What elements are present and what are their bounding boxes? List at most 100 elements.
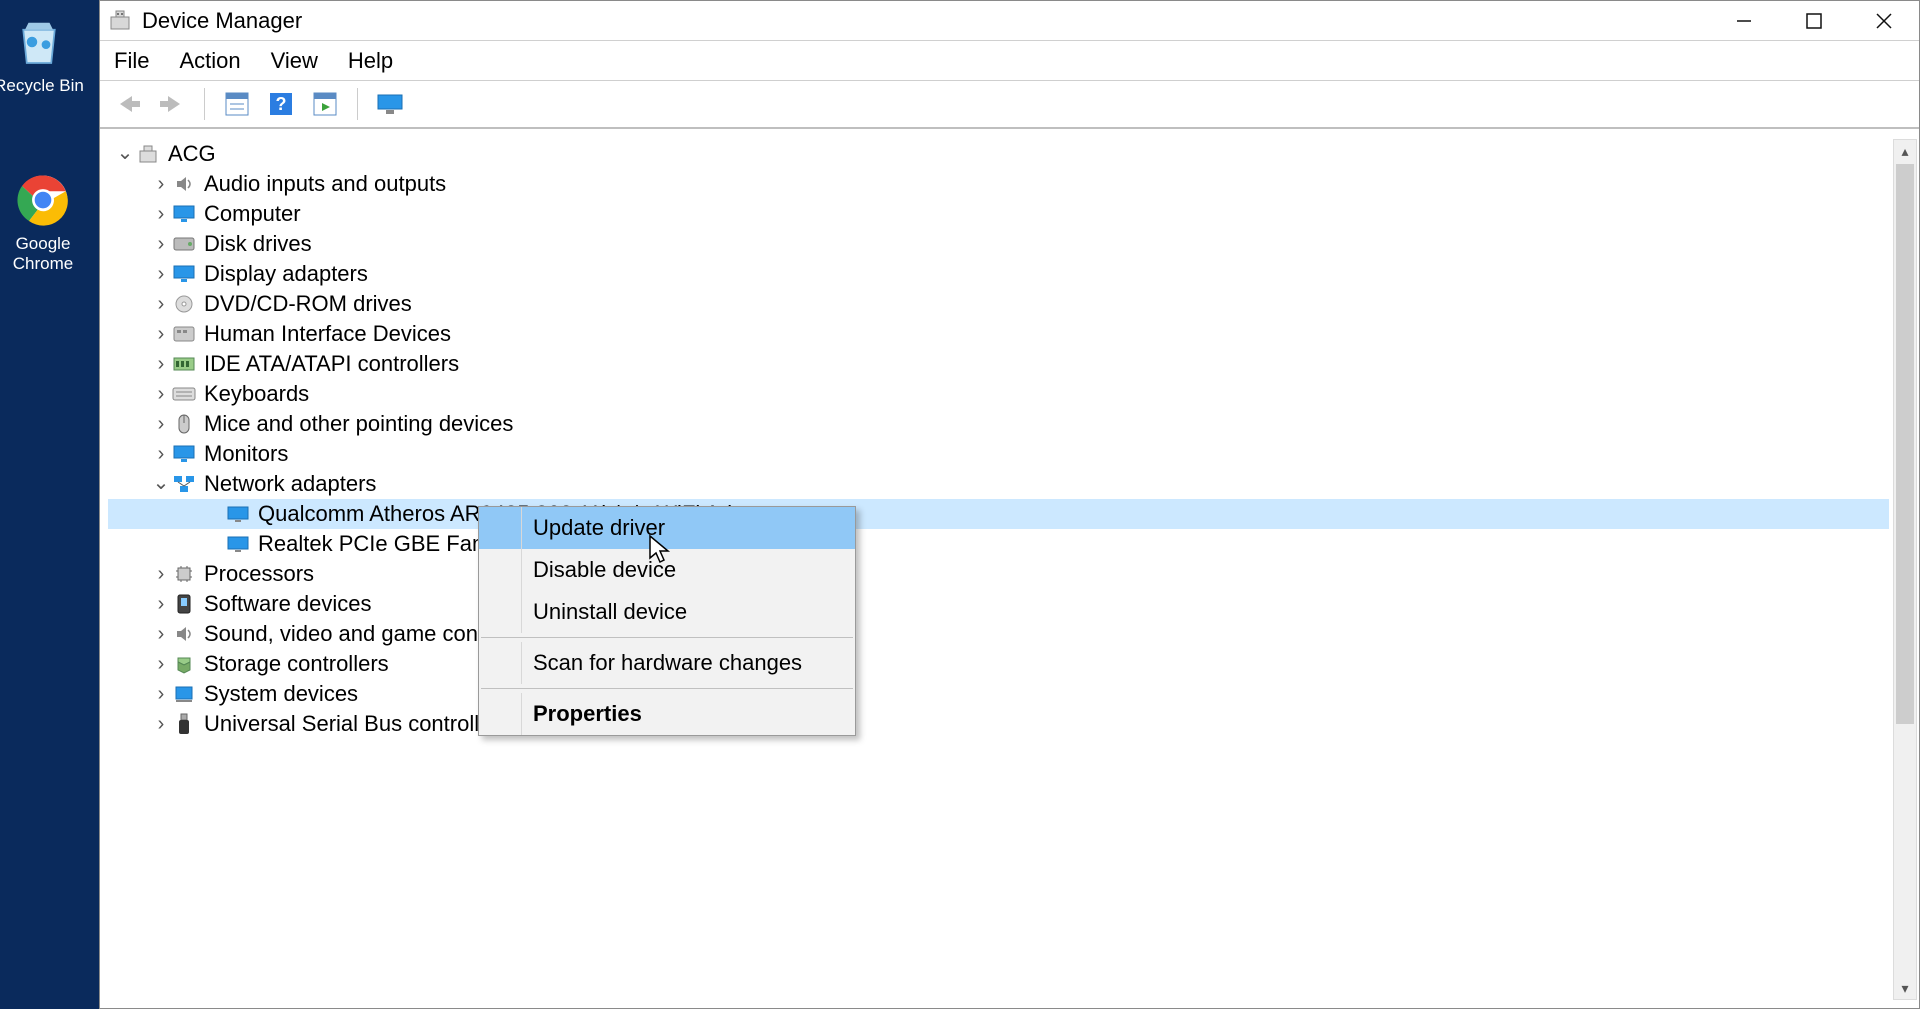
toolbar-forward-button[interactable]: [154, 86, 190, 122]
usb-icon: [172, 712, 196, 736]
tree-category[interactable]: Network adapters: [108, 469, 1889, 499]
context-menu-separator: [481, 688, 853, 689]
context-menu-separator: [481, 637, 853, 638]
toolbar-scan-button[interactable]: [307, 86, 343, 122]
tree-category[interactable]: Mice and other pointing devices: [108, 409, 1889, 439]
context-menu-label: Disable device: [533, 557, 676, 582]
scroll-thumb[interactable]: [1896, 164, 1914, 724]
tree-category[interactable]: Computer: [108, 199, 1889, 229]
maximize-icon: [1805, 12, 1823, 30]
tree-category-label: Universal Serial Bus controllers: [204, 711, 510, 737]
toolbar-properties-button[interactable]: [219, 86, 255, 122]
window-title: Device Manager: [142, 8, 302, 34]
caret-icon[interactable]: [150, 653, 172, 676]
tree-device[interactable]: Qualcomm Atheros AR9485 802.11b/g/n WiFi…: [108, 499, 1889, 529]
caret-icon[interactable]: [114, 142, 136, 167]
caret-icon[interactable]: [150, 383, 172, 406]
toolbar-back-button[interactable]: [110, 86, 146, 122]
monitor-icon: [376, 93, 404, 115]
netdev-icon: [226, 532, 250, 556]
caret-icon[interactable]: [150, 323, 172, 346]
minimize-button[interactable]: [1709, 1, 1779, 40]
tree-category[interactable]: Disk drives: [108, 229, 1889, 259]
scroll-up-button[interactable]: ▴: [1894, 140, 1916, 162]
tree-category[interactable]: System devices: [108, 679, 1889, 709]
arrow-right-icon: [158, 94, 186, 114]
tree-category[interactable]: Storage controllers: [108, 649, 1889, 679]
tree-category[interactable]: Processors: [108, 559, 1889, 589]
context-menu-item[interactable]: Scan for hardware changes: [479, 642, 855, 684]
caret-icon[interactable]: [150, 713, 172, 736]
tree-root[interactable]: ACG: [108, 139, 1889, 169]
menu-help[interactable]: Help: [348, 48, 393, 74]
disk-icon: [172, 232, 196, 256]
tree-category-label: Mice and other pointing devices: [204, 411, 513, 437]
desktop-icon-recycle-bin[interactable]: Recycle Bin: [0, 14, 84, 96]
caret-icon[interactable]: [150, 293, 172, 316]
tree-category-label: Software devices: [204, 591, 372, 617]
monitor-icon: [172, 262, 196, 286]
caret-icon[interactable]: [150, 203, 172, 226]
tree-category-label: Display adapters: [204, 261, 368, 287]
caret-icon[interactable]: [150, 563, 172, 586]
context-menu-gutter: [521, 642, 522, 684]
context-menu-item[interactable]: Update driver: [479, 507, 855, 549]
tree-category-label: Computer: [204, 201, 301, 227]
tree-category[interactable]: Display adapters: [108, 259, 1889, 289]
tree-category-label: System devices: [204, 681, 358, 707]
scroll-down-button[interactable]: ▾: [1894, 977, 1916, 999]
context-menu-item[interactable]: Uninstall device: [479, 591, 855, 633]
menu-action[interactable]: Action: [179, 48, 240, 74]
tree-category[interactable]: Audio inputs and outputs: [108, 169, 1889, 199]
tree-category[interactable]: Human Interface Devices: [108, 319, 1889, 349]
titlebar[interactable]: Device Manager: [100, 1, 1919, 41]
tree-category[interactable]: Sound, video and game controllers: [108, 619, 1889, 649]
vertical-scrollbar[interactable]: ▴ ▾: [1893, 139, 1917, 1000]
tree-category-label: Monitors: [204, 441, 288, 467]
caret-icon[interactable]: [150, 683, 172, 706]
storage-icon: [172, 652, 196, 676]
caret-icon[interactable]: [150, 413, 172, 436]
caret-icon[interactable]: [150, 443, 172, 466]
tree-category[interactable]: IDE ATA/ATAPI controllers: [108, 349, 1889, 379]
svg-text:?: ?: [276, 94, 287, 114]
toolbar-monitor-button[interactable]: [372, 86, 408, 122]
toolbar-help-button[interactable]: ?: [263, 86, 299, 122]
caret-icon[interactable]: [150, 472, 172, 497]
context-menu-item[interactable]: Properties: [479, 693, 855, 735]
tree-category[interactable]: Universal Serial Bus controllers: [108, 709, 1889, 739]
tree-category[interactable]: Keyboards: [108, 379, 1889, 409]
close-button[interactable]: [1849, 1, 1919, 40]
tree-category[interactable]: DVD/CD-ROM drives: [108, 289, 1889, 319]
caret-icon[interactable]: [150, 263, 172, 286]
context-menu-item[interactable]: Disable device: [479, 549, 855, 591]
caret-icon[interactable]: [150, 173, 172, 196]
ide-icon: [172, 352, 196, 376]
tree-category[interactable]: Software devices: [108, 589, 1889, 619]
arrow-left-icon: [114, 94, 142, 114]
disc-icon: [172, 292, 196, 316]
tree-category-label: DVD/CD-ROM drives: [204, 291, 412, 317]
menu-view[interactable]: View: [271, 48, 318, 74]
caret-icon[interactable]: [150, 353, 172, 376]
tree-category-label: IDE ATA/ATAPI controllers: [204, 351, 459, 377]
device-tree[interactable]: ACGAudio inputs and outputs ComputerDisk …: [108, 139, 1889, 1000]
maximize-button[interactable]: [1779, 1, 1849, 40]
client-area: ACGAudio inputs and outputs ComputerDisk …: [100, 131, 1919, 1008]
chrome-icon: [15, 172, 71, 228]
caret-icon[interactable]: [150, 593, 172, 616]
caret-icon[interactable]: [150, 233, 172, 256]
tree-category[interactable]: Monitors: [108, 439, 1889, 469]
app-icon: [108, 9, 132, 33]
tree-device[interactable]: Realtek PCIe GBE Family Controller: [108, 529, 1889, 559]
desktop-icon-label: Google Chrome: [0, 234, 88, 274]
tree-category-label: Human Interface Devices: [204, 321, 451, 347]
menu-file[interactable]: File: [114, 48, 149, 74]
context-menu-gutter: [521, 507, 522, 549]
desktop-icon-chrome[interactable]: Google Chrome: [0, 172, 88, 274]
caret-icon[interactable]: [150, 623, 172, 646]
context-menu-label: Uninstall device: [533, 599, 687, 624]
tree-category-label: Audio inputs and outputs: [204, 171, 446, 197]
toolbar-separator: [204, 88, 205, 120]
hid-icon: [172, 322, 196, 346]
